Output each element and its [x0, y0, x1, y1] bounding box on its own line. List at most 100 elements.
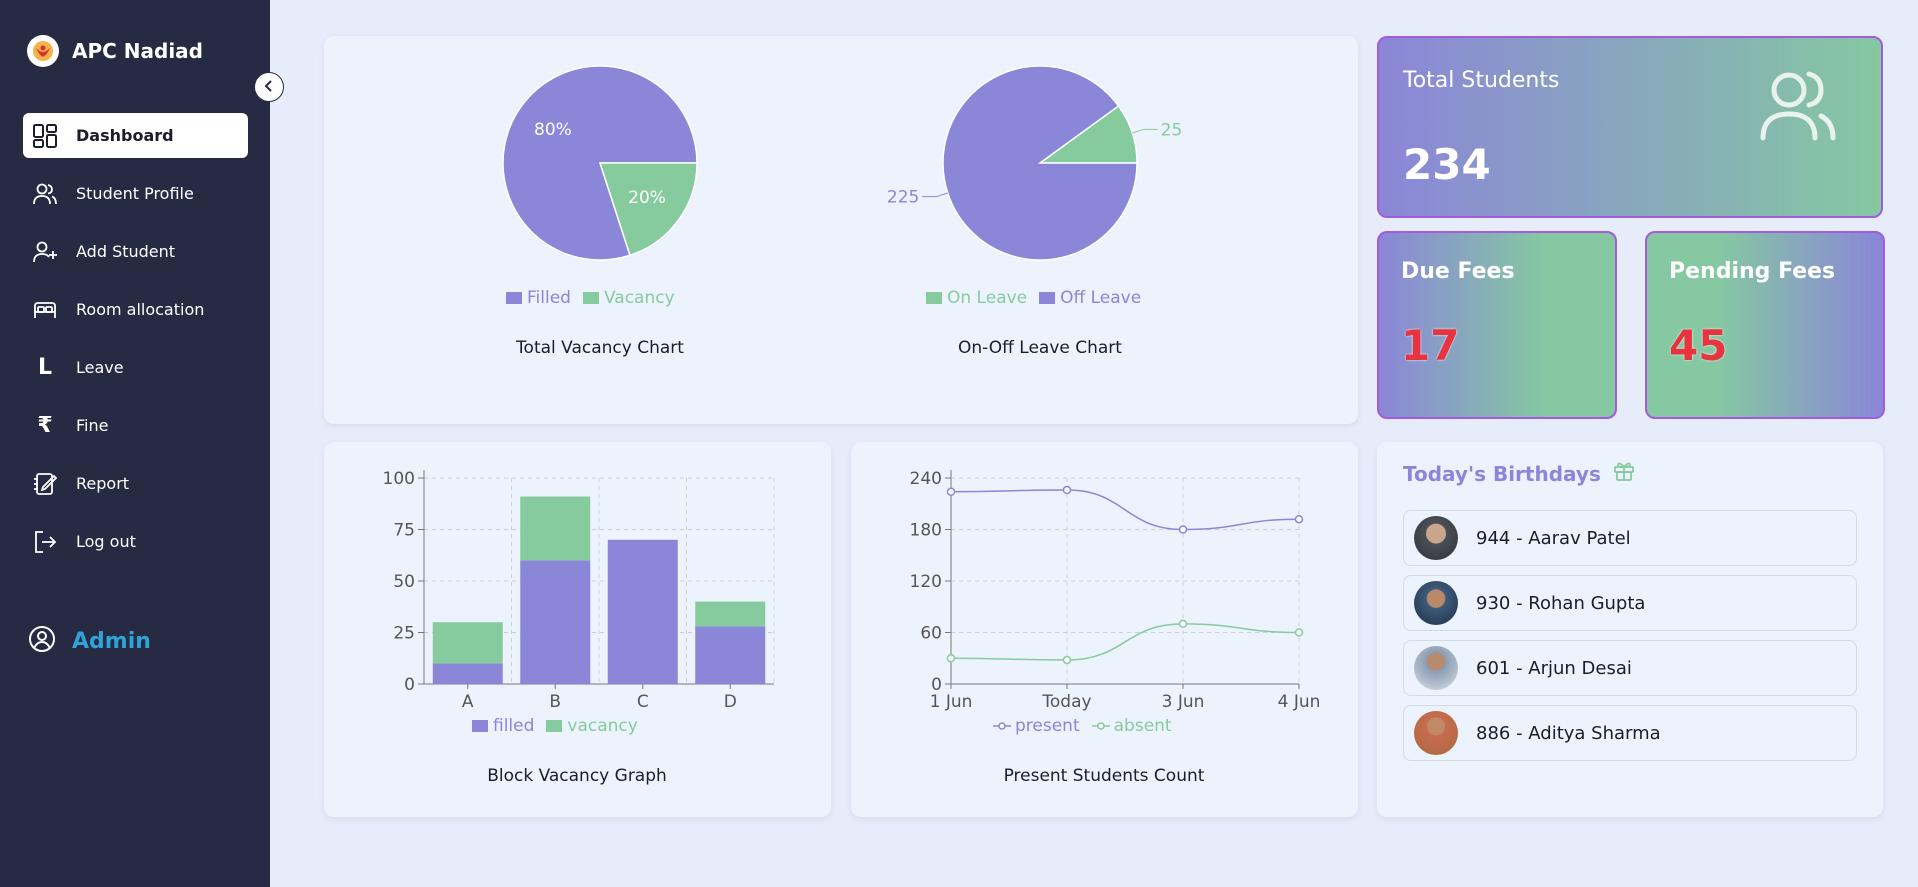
total-students-card[interactable]: Total Students 234 — [1377, 36, 1883, 218]
rupee-icon: ₹ — [37, 413, 53, 438]
bar-filled — [695, 626, 766, 684]
sidebar-item-add-student[interactable]: Add Student — [23, 229, 248, 274]
sidebar-nav: Dashboard Student Profile Add Student Ro… — [23, 113, 248, 577]
bar-chart-legend: filled vacancy — [472, 716, 650, 736]
legend-item-present[interactable]: present — [993, 716, 1080, 736]
legend-item-absent[interactable]: absent — [1091, 716, 1172, 736]
total-students-title: Total Students — [1403, 68, 1560, 93]
birthday-list-item[interactable]: 944 - Aarav Patel — [1403, 510, 1857, 566]
birthday-list-item[interactable]: 930 - Rohan Gupta — [1403, 575, 1857, 631]
birthday-list-item[interactable]: 601 - Arjun Desai — [1403, 640, 1857, 696]
legend-swatch — [993, 722, 1011, 730]
x-tick-label: 3 Jun — [1162, 692, 1205, 712]
x-tick-label: 1 Jun — [930, 692, 973, 712]
present-students-line-chart: 0601201802401 Jun Today 3 Jun 4 Jun — [910, 469, 1321, 712]
legend-swatch — [546, 720, 563, 732]
sidebar-item-report[interactable]: Report — [23, 461, 248, 506]
point-absent — [946, 654, 956, 663]
gift-icon — [1613, 460, 1635, 487]
vacancy-chart-title: Total Vacancy Chart — [516, 338, 684, 358]
user-plus-icon — [31, 238, 59, 266]
pie-label: 225 — [887, 188, 919, 208]
sidebar-item-leave[interactable]: L Leave — [23, 345, 248, 390]
line-chart-legend: present absent — [993, 716, 1184, 736]
point-absent — [1062, 655, 1072, 665]
legend-label: vacancy — [567, 716, 638, 736]
point-absent — [1294, 628, 1304, 637]
brand-name: APC Nadiad — [72, 39, 203, 63]
pie-slice — [942, 65, 1138, 261]
due-fees-card[interactable]: Due Fees 17 — [1377, 231, 1617, 419]
birthday-name: 601 - Arjun Desai — [1476, 657, 1632, 679]
x-tick-label: A — [462, 692, 474, 712]
sidebar-item-student-profile[interactable]: Student Profile — [23, 171, 248, 216]
birthday-name: 886 - Aditya Sharma — [1476, 722, 1661, 744]
bar-vacancy — [432, 622, 503, 664]
birthday-list-item[interactable]: 886 - Aditya Sharma — [1403, 705, 1857, 761]
letter-l-icon: L — [37, 355, 53, 380]
legend-label: Vacancy — [603, 288, 675, 308]
legend-item-off-leave[interactable]: Off Leave — [1039, 288, 1141, 308]
legend-swatch — [472, 720, 488, 732]
bar-vacancy — [695, 601, 766, 627]
sidebar-item-label: Student Profile — [76, 184, 194, 203]
birthdays-card: Today's Birthdays 944 - Aarav Patel 930 … — [1377, 442, 1883, 817]
birthday-name: 944 - Aarav Patel — [1476, 527, 1631, 549]
present-students-card: 0 60 120 180 240 1 Jun Today 3 Jun 4 Jun present… — [851, 442, 1358, 817]
brand-logo-icon — [27, 35, 59, 67]
sidebar-item-label: Fine — [76, 416, 109, 435]
sidebar-collapse-button[interactable] — [254, 72, 284, 102]
block-vacancy-card: 0 25 50 75 100 A B C D filled vacancy Block Vaca… — [324, 442, 831, 817]
legend-swatch — [582, 292, 599, 304]
brand[interactable]: APC Nadiad — [27, 35, 203, 67]
sidebar-item-label: Report — [76, 474, 130, 493]
avatar — [1414, 711, 1458, 755]
legend-swatch — [1091, 722, 1110, 730]
sidebar-item-label: Room allocation — [76, 300, 205, 319]
admin-label: Admin — [72, 628, 151, 654]
pie-charts-card: 80% 20% 25 225 Filled Vacancy Total Vacanc… — [324, 36, 1358, 424]
legend-item-filled[interactable]: filled — [472, 716, 534, 736]
bar-filled — [520, 560, 591, 684]
legend-item-filled[interactable]: Filled — [506, 288, 571, 308]
x-tick-label: C — [637, 692, 649, 712]
legend-label: present — [1015, 716, 1080, 736]
sidebar-item-log-out[interactable]: Log out — [23, 519, 248, 564]
legend-item-vacancy[interactable]: Vacancy — [582, 288, 675, 308]
leave-pie-legend: On Leave Off Leave — [926, 288, 1153, 308]
user-circle-icon — [28, 625, 56, 657]
point-present — [1294, 514, 1304, 524]
y-tick-label: 180 — [910, 521, 942, 541]
admin-profile[interactable]: Admin — [28, 625, 151, 657]
legend-label: absent — [1113, 716, 1172, 736]
sidebar: APC Nadiad Dashboard Student Profile Add… — [0, 0, 270, 887]
y-tick-label: 25 — [393, 624, 415, 644]
sidebar-item-fine[interactable]: ₹ Fine — [23, 403, 248, 448]
pending-fees-card[interactable]: Pending Fees 45 — [1645, 231, 1885, 419]
legend-item-vacancy[interactable]: vacancy — [546, 716, 638, 736]
avatar — [1414, 581, 1458, 625]
legend-swatch — [506, 292, 522, 304]
report-icon — [31, 470, 59, 498]
x-tick-label: D — [724, 692, 737, 712]
point-present — [1178, 525, 1188, 534]
x-tick-label: 4 Jun — [1278, 692, 1321, 712]
due-fees-value: 17 — [1401, 321, 1460, 370]
present-students-chart-title: Present Students Count — [1003, 766, 1205, 786]
users-icon — [31, 180, 59, 208]
dashboard-icon — [31, 122, 59, 150]
users-icon — [1757, 68, 1837, 148]
vacancy-pie-chart: 80% 20% — [502, 65, 698, 261]
legend-item-on-leave[interactable]: On Leave — [926, 288, 1027, 308]
due-fees-title: Due Fees — [1401, 259, 1515, 284]
sidebar-item-dashboard[interactable]: Dashboard — [23, 113, 248, 158]
sidebar-item-label: Dashboard — [76, 126, 174, 145]
x-tick-label: Today — [1041, 692, 1091, 712]
logout-icon — [31, 528, 59, 556]
birthdays-title: Today's Birthdays — [1403, 460, 1635, 487]
y-tick-label: 240 — [910, 469, 942, 489]
sidebar-item-room-allocation[interactable]: Room allocation — [23, 287, 248, 332]
pie-leader-line — [922, 192, 948, 198]
legend-label: Off Leave — [1060, 288, 1142, 308]
y-tick-label: 50 — [393, 572, 415, 592]
